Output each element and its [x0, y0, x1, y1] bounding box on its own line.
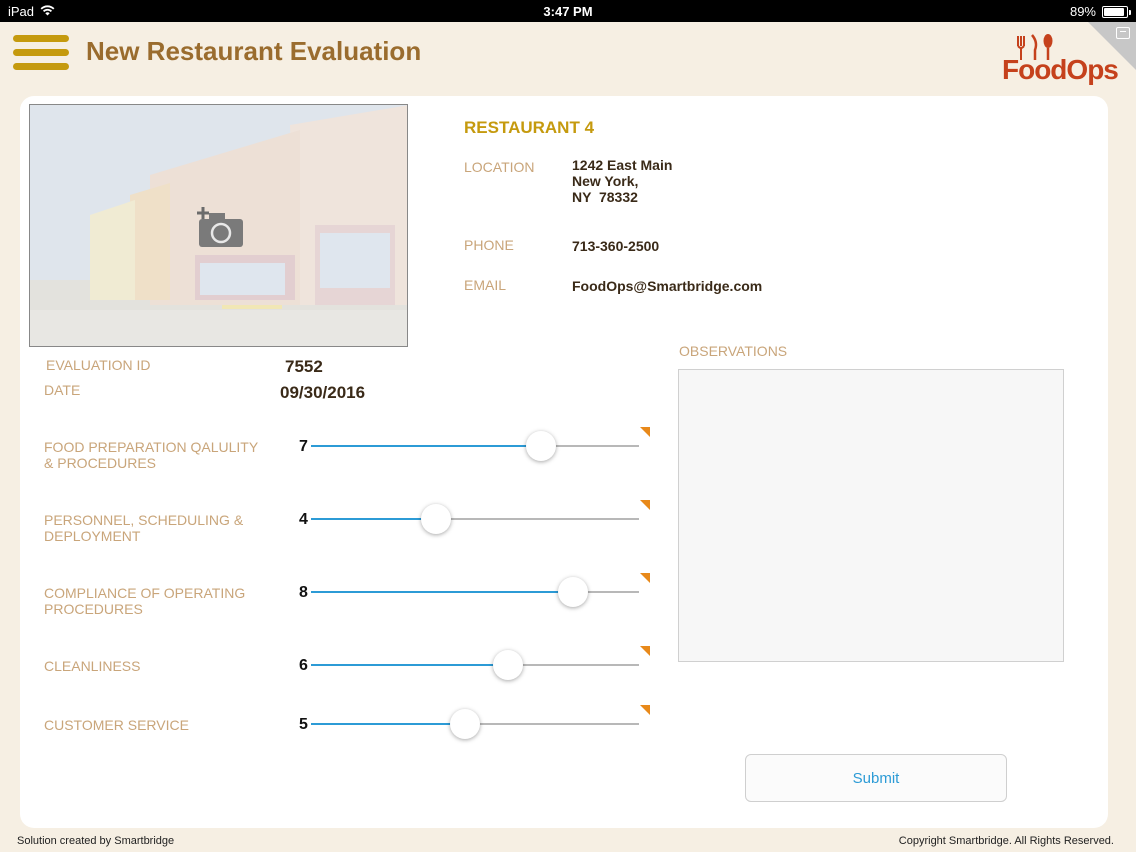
- criterion-score: 6: [299, 657, 308, 674]
- phone-label: PHONE: [464, 237, 514, 253]
- criterion-score: 4: [299, 511, 308, 528]
- address-line-2: New York,: [572, 173, 639, 189]
- required-flag-icon: [640, 705, 650, 715]
- criterion-slider-thumb[interactable]: [420, 504, 451, 534]
- location-label: LOCATION: [464, 159, 535, 175]
- criterion-label-line1: CUSTOMER SERVICE: [44, 717, 189, 733]
- criterion-slider-track[interactable]: [311, 518, 639, 520]
- criterion-slider-fill: [311, 723, 466, 725]
- criterion-slider-thumb[interactable]: [525, 431, 556, 461]
- criterion-label-line2: DEPLOYMENT: [44, 528, 141, 544]
- add-photo-camera-icon[interactable]: [195, 205, 247, 249]
- required-flag-icon: [640, 646, 650, 656]
- criterion-slider-thumb[interactable]: [558, 577, 589, 607]
- required-flag-icon: [640, 573, 650, 583]
- criterion-score: 5: [299, 716, 308, 733]
- evaluation-id-value: 7552: [285, 357, 323, 376]
- criterion-slider-thumb[interactable]: [492, 650, 523, 680]
- criterion-slider-thumb[interactable]: [450, 709, 481, 739]
- observations-textarea[interactable]: [678, 369, 1064, 662]
- required-flag-icon: [640, 427, 650, 437]
- tray-icon: [1116, 27, 1130, 39]
- app-header: New Restaurant Evaluation FoodOps: [0, 22, 1136, 96]
- criterion-slider-fill: [311, 518, 436, 520]
- date-value[interactable]: 09/30/2016: [280, 383, 365, 403]
- footer-credit: Solution created by Smartbridge: [17, 835, 175, 847]
- hamburger-menu-button[interactable]: [13, 35, 69, 77]
- criterion-label-line2: & PROCEDURES: [44, 455, 157, 471]
- criterion-label-line1: CLEANLINESS: [44, 658, 141, 674]
- observations-label: OBSERVATIONS: [679, 343, 788, 359]
- evaluation-id-label: EVALUATION ID: [46, 357, 151, 373]
- phone-value[interactable]: 713-360-2500: [572, 238, 659, 254]
- criterion-slider-fill: [311, 591, 574, 593]
- criterion-label-line1: COMPLIANCE OF OPERATING: [44, 585, 246, 601]
- criterion-label-line1: FOOD PREPARATION QALULITY: [44, 439, 259, 455]
- page-title: New Restaurant Evaluation: [86, 36, 422, 66]
- criterion-slider-fill: [311, 664, 508, 666]
- criterion-score: 7: [299, 438, 308, 455]
- criterion-label-line1: PERSONNEL, SCHEDULING &: [44, 512, 244, 528]
- criterion-label-line2: PROCEDURES: [44, 601, 143, 617]
- criterion-slider-track[interactable]: [311, 445, 639, 447]
- criterion-score: 8: [299, 584, 308, 601]
- submit-button[interactable]: Submit: [745, 754, 1007, 802]
- criterion-slider-track[interactable]: [311, 664, 639, 666]
- status-bar: iPad 3:47 PM 89%: [0, 0, 1136, 22]
- clock: 3:47 PM: [543, 4, 593, 19]
- email-label: EMAIL: [464, 277, 507, 293]
- date-label: DATE: [44, 382, 81, 398]
- email-value[interactable]: FoodOps@Smartbridge.com: [572, 278, 762, 294]
- evaluation-card: RESTAURANT 4 LOCATION 1242 East Main New…: [20, 96, 1108, 828]
- footer-copyright: Copyright Smartbridge. All Rights Reserv…: [898, 835, 1114, 847]
- address-line-3: NY 78332: [572, 189, 638, 205]
- criterion-slider-track[interactable]: [311, 591, 639, 593]
- restaurant-photo[interactable]: [29, 104, 408, 347]
- criterion-slider-fill: [311, 445, 541, 447]
- battery-percent: 89%: [1069, 4, 1096, 19]
- required-flag-icon: [640, 500, 650, 510]
- battery-icon: [1102, 5, 1131, 18]
- address-line-1: 1242 East Main: [572, 157, 673, 173]
- restaurant-name: RESTAURANT 4: [464, 118, 595, 137]
